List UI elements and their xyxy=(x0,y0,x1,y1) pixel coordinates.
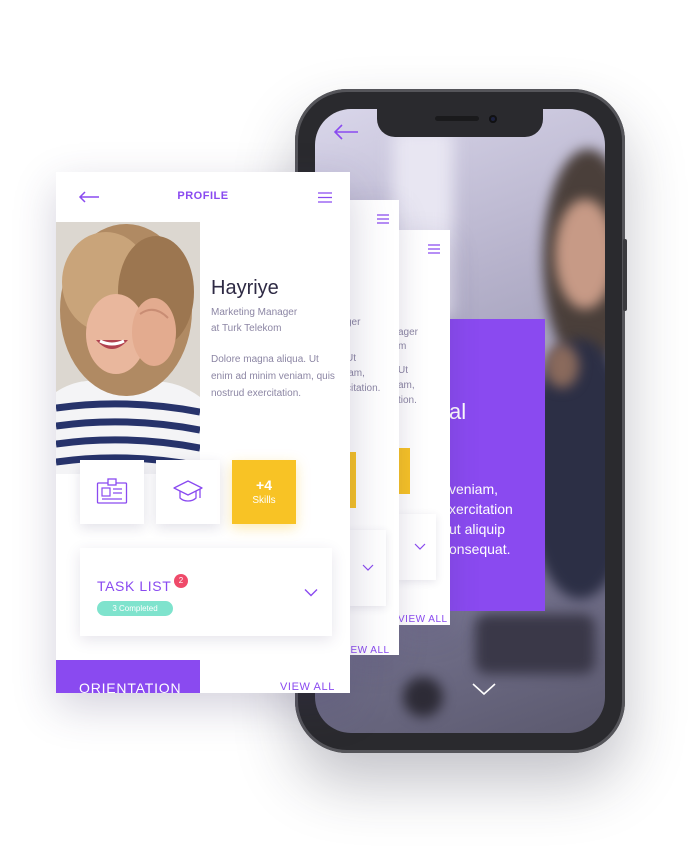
profile-description: Dolore magna aliqua. Ut enim ad minim ve… xyxy=(211,354,335,399)
desc-fragment: Ut am, tion. xyxy=(398,363,417,408)
profile-card: PROFILE Hayriye Marketing Manager at Tur… xyxy=(56,172,350,693)
avatar xyxy=(56,222,200,474)
background-person2-head xyxy=(545,344,579,388)
role-fragment: ager xyxy=(398,327,419,338)
chevron-down-icon[interactable] xyxy=(471,681,497,697)
onboarding-paragraph: veniam, xercitation ut aliquip onsequat. xyxy=(449,479,545,559)
phone-speaker xyxy=(435,116,479,121)
chevron-down-icon[interactable] xyxy=(414,543,426,551)
desc-line: Ut xyxy=(346,353,356,364)
paragraph-line: xercitation xyxy=(449,501,513,517)
paragraph-line: onsequat. xyxy=(449,541,511,557)
view-all-link[interactable]: VIEW ALL xyxy=(346,645,390,655)
chevron-down-icon[interactable] xyxy=(362,564,374,572)
skills-label: Skills xyxy=(252,495,276,506)
paragraph-line: veniam, xyxy=(449,481,499,497)
task-list-card[interactable]: TASK LIST 2 3 Completed xyxy=(80,548,332,636)
skills-tile[interactable]: +4 Skills xyxy=(232,460,296,524)
hamburger-menu-icon[interactable] xyxy=(377,214,389,224)
onboarding-heading-fragment: al xyxy=(449,399,467,424)
avatar-portrait-image xyxy=(56,222,200,474)
id-card-icon xyxy=(96,478,128,504)
phone-camera xyxy=(489,115,497,123)
phone-side-button xyxy=(623,239,627,311)
graduation-cap-icon xyxy=(173,480,203,502)
profile-card-back-1: ger Ut iam, citation. VIEW ALL xyxy=(346,200,399,655)
notification-badge: 2 xyxy=(174,574,188,588)
desc-line: citation. xyxy=(346,383,381,394)
view-all-link[interactable]: VIEW ALL xyxy=(280,681,335,693)
orientation-button[interactable]: ORIENTATION xyxy=(56,660,200,693)
view-all-link[interactable]: VIEW ALL xyxy=(398,614,448,625)
background-projector xyxy=(475,614,595,674)
phone-notch xyxy=(377,109,543,137)
profile-name: Hayriye xyxy=(211,277,279,299)
desc-fragment: Ut iam, citation. xyxy=(346,351,380,396)
education-tile[interactable] xyxy=(156,460,220,524)
desc-line: Ut xyxy=(398,365,408,376)
desc-line: tion. xyxy=(398,395,417,406)
skills-tile-fragment xyxy=(398,448,410,494)
hamburger-menu-icon[interactable] xyxy=(428,244,440,254)
task-list-title: TASK LIST xyxy=(97,578,172,594)
desc-line: iam, xyxy=(346,368,365,379)
role-fragment: m xyxy=(398,341,407,352)
skills-count: +4 xyxy=(256,477,272,493)
chevron-down-icon[interactable] xyxy=(304,588,318,597)
paragraph-line: ut aliquip xyxy=(449,521,506,537)
profile-company: at Turk Telekom xyxy=(211,323,282,334)
profile-job-title: Marketing Manager xyxy=(211,307,298,318)
completed-pill: 3 Completed xyxy=(97,601,173,616)
hamburger-menu-icon[interactable] xyxy=(318,192,332,203)
id-card-tile[interactable] xyxy=(80,460,144,524)
onboarding-purple-card: al veniam, xercitation ut aliquip onsequ… xyxy=(449,319,545,611)
profile-role: Marketing Manager at Turk Telekom xyxy=(211,305,297,337)
page-title: PROFILE xyxy=(177,190,229,202)
desc-line: am, xyxy=(398,380,415,391)
profile-card-back-2: ager m Ut am, tion. VIEW ALL xyxy=(398,230,450,625)
background-object xyxy=(403,677,443,717)
back-arrow-icon[interactable] xyxy=(333,123,359,141)
